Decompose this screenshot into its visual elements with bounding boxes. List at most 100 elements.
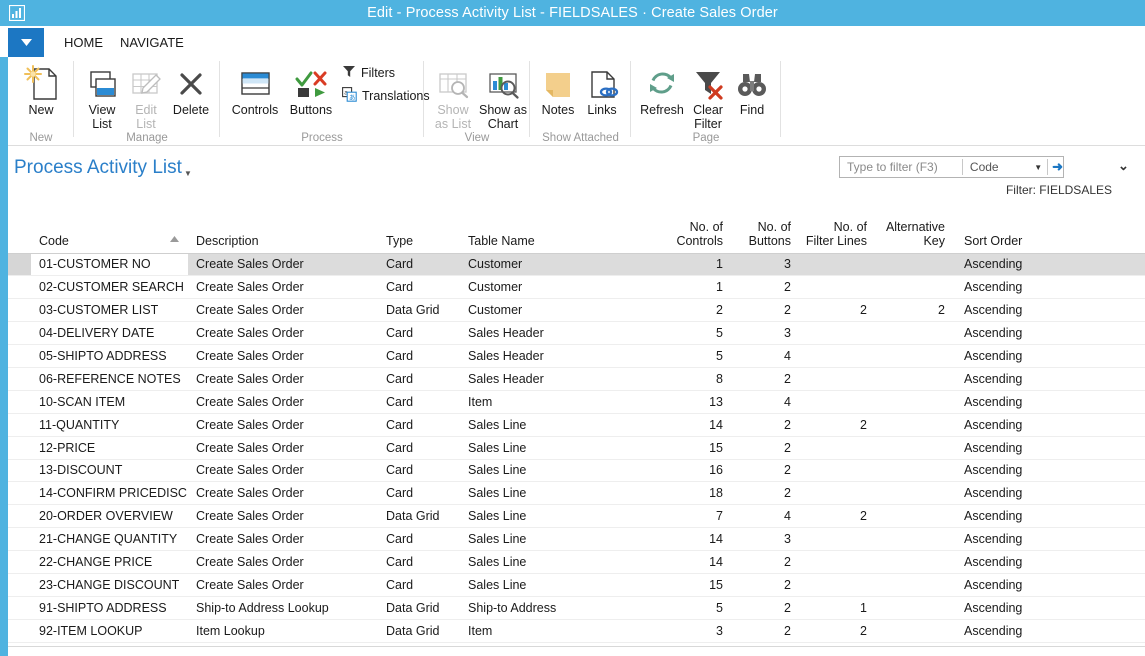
cell-no-of-buttons[interactable]: 2 (734, 573, 802, 597)
new-button[interactable]: New (15, 61, 67, 117)
cell-alternative-key[interactable] (878, 390, 956, 414)
cell-no-of-controls[interactable]: 15 (658, 436, 734, 460)
cell-no-of-filter-lines[interactable] (802, 367, 878, 391)
row-indicator[interactable] (8, 298, 31, 323)
table-row[interactable]: 06-REFERENCE NOTES Create Sales Order Card… (8, 367, 1145, 391)
cell-table-name[interactable]: Sales Line (460, 550, 658, 574)
cell-no-of-buttons[interactable]: 4 (734, 390, 802, 414)
row-indicator[interactable] (8, 596, 31, 620)
delete-button[interactable]: Delete (167, 61, 215, 117)
cell-sort-order[interactable]: Ascending (956, 367, 1145, 391)
cell-code[interactable]: 22-CHANGE PRICE (31, 550, 188, 574)
column-header-type[interactable]: Type (378, 212, 460, 253)
cell-description[interactable]: Create Sales Order (188, 504, 378, 529)
cell-no-of-filter-lines[interactable] (802, 550, 878, 574)
cell-code[interactable]: 03-CUSTOMER LIST (31, 298, 188, 323)
cell-code[interactable]: 91-SHIPTO ADDRESS (31, 596, 188, 620)
row-indicator[interactable] (8, 367, 31, 391)
cell-no-of-controls[interactable]: 5 (658, 344, 734, 368)
cell-description[interactable]: Create Sales Order (188, 459, 378, 483)
table-row[interactable]: 23-CHANGE DISCOUNT Create Sales Order Card… (8, 573, 1145, 597)
page-title-caret-icon[interactable]: ▼ (184, 169, 192, 178)
cell-type[interactable]: Data Grid (378, 596, 460, 620)
clear-filter-button[interactable]: Clear Filter (687, 61, 729, 131)
cell-type[interactable]: Card (378, 367, 460, 391)
cell-alternative-key[interactable] (878, 344, 956, 368)
search-input[interactable] (840, 157, 962, 177)
table-row[interactable]: 12-PRICE Create Sales Order Card Sales Line… (8, 436, 1145, 460)
cell-table-name[interactable]: Sales Header (460, 344, 658, 368)
cell-no-of-filter-lines[interactable] (802, 481, 878, 506)
row-indicator[interactable] (8, 344, 31, 368)
cell-no-of-filter-lines[interactable] (802, 573, 878, 597)
cell-no-of-filter-lines[interactable] (802, 436, 878, 460)
cell-table-name[interactable]: Sales Line (460, 481, 658, 506)
cell-table-name[interactable]: Customer (460, 298, 658, 323)
cell-type[interactable]: Data Grid (378, 619, 460, 643)
cell-no-of-filter-lines[interactable]: 2 (802, 504, 878, 529)
column-header-code[interactable]: Code (31, 212, 188, 253)
tab-navigate[interactable]: NAVIGATE (106, 26, 198, 57)
row-indicator[interactable] (8, 413, 31, 437)
row-indicator[interactable] (8, 481, 31, 506)
cell-no-of-controls[interactable]: 1 (658, 275, 734, 300)
cell-code[interactable]: 01-CUSTOMER NO (31, 253, 188, 277)
cell-code[interactable]: 21-CHANGE QUANTITY (31, 527, 188, 552)
arrow-right-icon[interactable]: ➜ (1052, 159, 1063, 175)
cell-code[interactable]: 14-CONFIRM PRICEDISC (31, 481, 188, 506)
table-row[interactable]: 03-CUSTOMER LIST Create Sales Order Data G… (8, 298, 1145, 323)
cell-type[interactable]: Card (378, 413, 460, 437)
refresh-button[interactable]: Refresh (637, 61, 687, 117)
cell-sort-order[interactable]: Ascending (956, 573, 1145, 597)
cell-no-of-buttons[interactable]: 3 (734, 253, 802, 277)
cell-alternative-key[interactable]: 2 (878, 298, 956, 323)
cell-no-of-filter-lines[interactable] (802, 459, 878, 483)
table-row[interactable]: 22-CHANGE PRICE Create Sales Order Card Sal… (8, 550, 1145, 574)
cell-sort-order[interactable]: Ascending (956, 321, 1145, 346)
cell-alternative-key[interactable] (878, 275, 956, 300)
cell-no-of-controls[interactable]: 2 (658, 298, 734, 323)
cell-code[interactable]: 23-CHANGE DISCOUNT (31, 573, 188, 597)
cell-no-of-buttons[interactable]: 2 (734, 275, 802, 300)
cell-sort-order[interactable]: Ascending (956, 390, 1145, 414)
cell-alternative-key[interactable] (878, 253, 956, 277)
cell-alternative-key[interactable] (878, 481, 956, 506)
cell-type[interactable]: Card (378, 481, 460, 506)
cell-no-of-buttons[interactable]: 2 (734, 367, 802, 391)
cell-table-name[interactable]: Sales Header (460, 367, 658, 391)
table-row[interactable]: 91-SHIPTO ADDRESS Ship-to Address Lookup D… (8, 596, 1145, 620)
cell-no-of-buttons[interactable]: 2 (734, 459, 802, 483)
cell-description[interactable]: Create Sales Order (188, 367, 378, 391)
cell-no-of-controls[interactable]: 5 (658, 596, 734, 620)
cell-sort-order[interactable]: Ascending (956, 413, 1145, 437)
row-indicator[interactable] (8, 436, 31, 460)
cell-no-of-controls[interactable]: 14 (658, 527, 734, 552)
cell-type[interactable]: Data Grid (378, 298, 460, 323)
cell-no-of-controls[interactable]: 18 (658, 481, 734, 506)
cell-no-of-controls[interactable]: 1 (658, 253, 734, 277)
cell-no-of-controls[interactable]: 5 (658, 321, 734, 346)
cell-type[interactable]: Card (378, 436, 460, 460)
cell-code[interactable]: 20-ORDER OVERVIEW (31, 504, 188, 529)
cell-type[interactable]: Card (378, 390, 460, 414)
column-header-description[interactable]: Description (188, 212, 378, 253)
row-indicator[interactable] (8, 321, 31, 346)
cell-alternative-key[interactable] (878, 436, 956, 460)
cell-alternative-key[interactable] (878, 596, 956, 620)
cell-no-of-buttons[interactable]: 2 (734, 550, 802, 574)
cell-no-of-filter-lines[interactable] (802, 527, 878, 552)
cell-no-of-filter-lines[interactable]: 2 (802, 619, 878, 643)
cell-no-of-buttons[interactable]: 3 (734, 527, 802, 552)
cell-no-of-filter-lines[interactable] (802, 253, 878, 277)
cell-no-of-buttons[interactable]: 4 (734, 344, 802, 368)
cell-type[interactable]: Card (378, 253, 460, 277)
cell-sort-order[interactable]: Ascending (956, 596, 1145, 620)
table-row[interactable]: 11-QUANTITY Create Sales Order Card Sales L… (8, 413, 1145, 437)
cell-sort-order[interactable]: Ascending (956, 436, 1145, 460)
table-row[interactable]: 14-CONFIRM PRICEDISC Create Sales Order Ca… (8, 481, 1145, 506)
cell-description[interactable]: Item Lookup (188, 619, 378, 643)
cell-code[interactable]: 05-SHIPTO ADDRESS (31, 344, 188, 368)
table-row[interactable]: 13-DISCOUNT Create Sales Order Card Sales L… (8, 459, 1145, 483)
caret-down-icon[interactable]: ▼ (1034, 163, 1042, 172)
cell-no-of-filter-lines[interactable]: 2 (802, 298, 878, 323)
